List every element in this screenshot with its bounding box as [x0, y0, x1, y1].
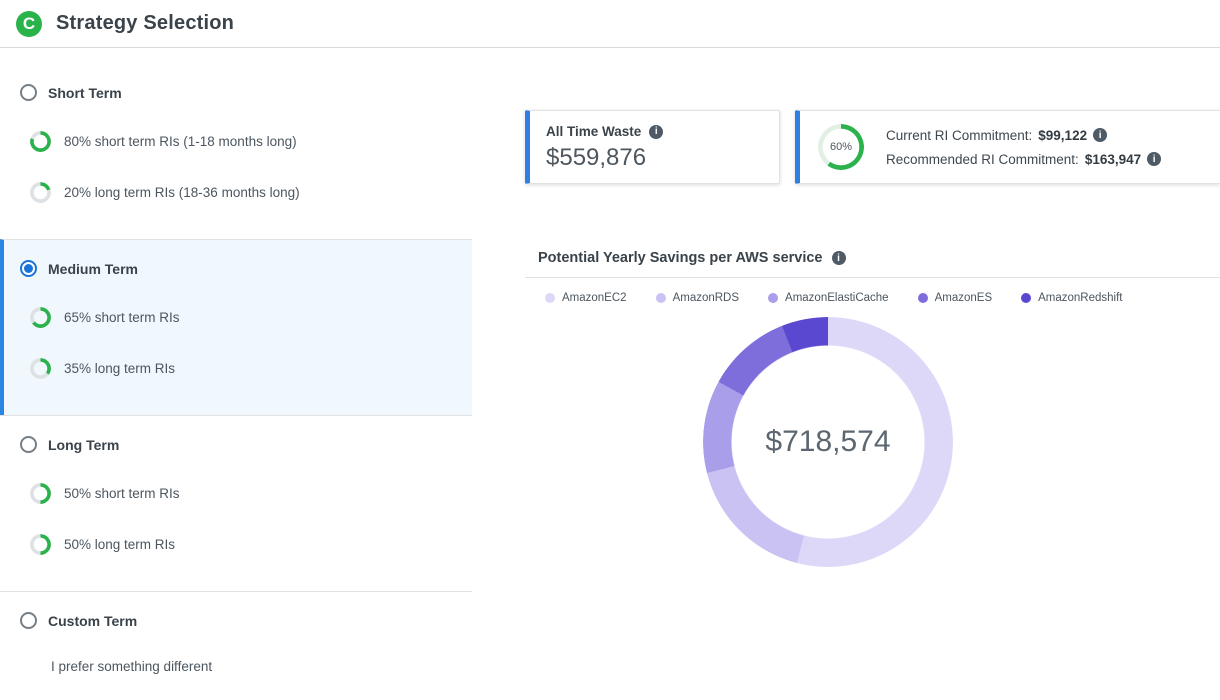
info-icon[interactable]: i	[1147, 152, 1161, 166]
content: Short Term 80% short term RIs (1-18 month…	[0, 48, 1220, 691]
legend-item[interactable]: AmazonEC2	[545, 292, 627, 304]
legend-label: AmazonRedshift	[1038, 292, 1122, 304]
legend-label: AmazonRDS	[673, 292, 739, 304]
strategy-label: Short Term	[48, 85, 122, 101]
custom-term-description: I prefer something different	[51, 659, 472, 674]
legend-label: AmazonES	[935, 292, 993, 304]
allocation-label: 20% long term RIs (18-36 months long)	[64, 185, 300, 200]
strategy-group-medium-term: Medium Term 65% short term RIs 35% long te…	[0, 239, 472, 415]
legend-label: AmazonElastiCache	[785, 292, 889, 304]
commitment-lines: Current RI Commitment: $99,122 i Recomme…	[886, 128, 1161, 167]
savings-donut-chart: $718,574	[703, 317, 953, 567]
donut-center-value: $718,574	[703, 317, 953, 567]
legend-item[interactable]: AmazonElastiCache	[768, 292, 889, 304]
allocation-label: 50% long term RIs	[64, 537, 175, 552]
recommended-commitment-line: Recommended RI Commitment: $163,947 i	[886, 152, 1161, 167]
current-commitment-line: Current RI Commitment: $99,122 i	[886, 128, 1161, 143]
radio-medium-term[interactable]	[20, 260, 37, 277]
page-title: Strategy Selection	[56, 12, 234, 35]
info-icon[interactable]: i	[1093, 128, 1107, 142]
allocation-item: 20% long term RIs (18-36 months long)	[30, 182, 472, 203]
page-header: C Strategy Selection	[0, 0, 1220, 48]
strategy-group-short-term: Short Term 80% short term RIs (1-18 month…	[0, 64, 472, 239]
allocation-progress-ring	[30, 307, 51, 328]
allocation-label: 65% short term RIs	[64, 310, 180, 325]
allocation-label: 35% long term RIs	[64, 361, 175, 376]
strategy-option-custom-term[interactable]: Custom Term	[20, 612, 472, 629]
current-commitment-label: Current RI Commitment:	[886, 128, 1032, 143]
strategy-group-long-term: Long Term 50% short term RIs 50% long term…	[0, 415, 472, 591]
allocation-item: 65% short term RIs	[30, 307, 472, 328]
info-icon[interactable]: i	[832, 251, 846, 265]
app-logo-icon: C	[16, 11, 42, 37]
allocation-progress-ring	[30, 534, 51, 555]
legend-dot	[656, 293, 666, 303]
legend-dot	[768, 293, 778, 303]
allocation-item: 35% long term RIs	[30, 358, 472, 379]
legend-item[interactable]: AmazonRDS	[656, 292, 739, 304]
divider	[525, 277, 1220, 278]
allocation-progress-ring	[30, 182, 51, 203]
allocation-item: 50% long term RIs	[30, 534, 472, 555]
savings-chart-section: Potential Yearly Savings per AWS service…	[525, 250, 1220, 567]
strategy-label: Long Term	[48, 437, 119, 453]
strategy-option-medium-term[interactable]: Medium Term	[20, 260, 472, 277]
strategy-option-long-term[interactable]: Long Term	[20, 436, 472, 453]
allocation-progress-ring	[30, 358, 51, 379]
strategy-group-custom-term: Custom Term I prefer something different	[0, 591, 472, 700]
commitment-percent: 60%	[818, 124, 864, 170]
radio-custom-term[interactable]	[20, 612, 37, 629]
chart-title-row: Potential Yearly Savings per AWS service…	[538, 250, 1220, 266]
commitment-progress: 60%	[818, 124, 864, 170]
waste-card-title-row: All Time Waste i	[546, 124, 763, 139]
waste-value: $559,876	[546, 144, 763, 172]
strategy-option-short-term[interactable]: Short Term	[20, 84, 472, 101]
strategy-list: Short Term 80% short term RIs (1-18 month…	[0, 48, 472, 691]
radio-short-term[interactable]	[20, 84, 37, 101]
allocation-label: 50% short term RIs	[64, 486, 180, 501]
allocation-progress-ring	[30, 131, 51, 152]
allocation-item: 80% short term RIs (1-18 months long)	[30, 131, 472, 152]
allocation-label: 80% short term RIs (1-18 months long)	[64, 134, 297, 149]
summary-cards-row: All Time Waste i $559,876 60% Current RI…	[525, 110, 1220, 184]
legend-dot	[918, 293, 928, 303]
strategy-selection-page: C Strategy Selection Short Term 80% short…	[0, 0, 1220, 691]
chart-title: Potential Yearly Savings per AWS service	[538, 250, 823, 266]
radio-dot	[24, 264, 33, 273]
current-commitment-value: $99,122	[1038, 128, 1087, 143]
legend-dot	[1021, 293, 1031, 303]
main-panel: All Time Waste i $559,876 60% Current RI…	[472, 48, 1220, 691]
chart-legend: AmazonEC2 AmazonRDS AmazonElastiCache Amazo…	[545, 292, 1220, 304]
recommended-commitment-label: Recommended RI Commitment:	[886, 152, 1079, 167]
radio-long-term[interactable]	[20, 436, 37, 453]
allocation-item: 50% short term RIs	[30, 483, 472, 504]
info-icon[interactable]: i	[649, 125, 663, 139]
legend-dot	[545, 293, 555, 303]
allocation-progress-ring	[30, 483, 51, 504]
donut-area: $718,574	[538, 317, 1118, 567]
recommended-commitment-value: $163,947	[1085, 152, 1141, 167]
all-time-waste-card: All Time Waste i $559,876	[525, 110, 780, 184]
legend-item[interactable]: AmazonRedshift	[1021, 292, 1122, 304]
strategy-label: Custom Term	[48, 613, 137, 629]
legend-label: AmazonEC2	[562, 292, 627, 304]
legend-item[interactable]: AmazonES	[918, 292, 993, 304]
strategy-label: Medium Term	[48, 261, 138, 277]
ri-commitment-card: 60% Current RI Commitment: $99,122 i Rec…	[795, 110, 1220, 184]
waste-card-title: All Time Waste	[546, 124, 641, 139]
